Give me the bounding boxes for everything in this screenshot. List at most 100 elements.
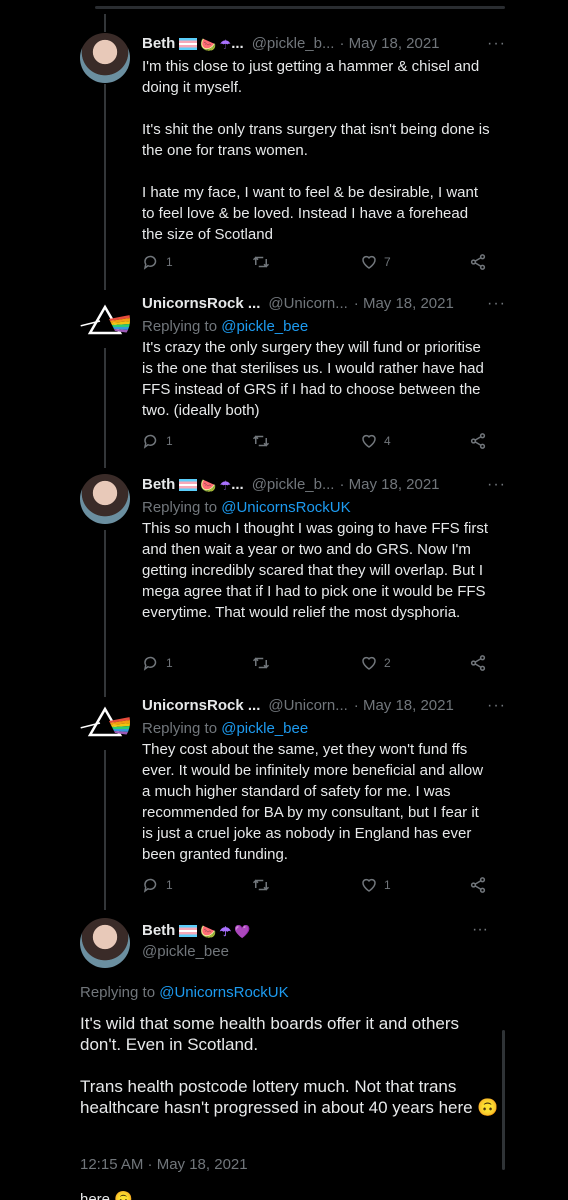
display-name[interactable]: UnicornsRock ... [142,293,260,315]
tweet-text: They cost about the same, yet they won't… [142,741,488,863]
cutoff-text: here 🙃 [80,1191,133,1200]
umbrella-icon: ☂ [219,477,232,493]
more-options-button[interactable]: ··· [487,695,506,717]
more-options-button[interactable]: ··· [487,293,506,315]
replying-to-label: Replying to [142,499,222,516]
reply-icon [142,253,160,271]
tweet-header: Beth 🍉 ☂ ... @pickle_b... · May 18, 2021… [142,474,505,496]
purple-heart-icon: 💜 [234,923,251,939]
reply-count: 1 [166,434,173,448]
like-count: 1 [384,878,391,892]
heart-icon [360,654,378,672]
reply-button[interactable]: 1 [142,876,212,894]
tweet-text: This so much I thought I was going to ha… [142,520,493,621]
watermelon-icon: 🍉 [200,477,217,493]
share-icon [469,432,487,450]
display-name[interactable]: Beth [142,921,175,941]
retweet-button[interactable] [251,654,321,672]
reply-icon [142,876,160,894]
tweet-actions: 1 2 [142,653,487,673]
more-options-button[interactable]: ··· [487,474,506,496]
thread-line [104,750,106,910]
display-name[interactable]: Beth [142,33,175,55]
avatar[interactable] [80,33,130,83]
name-ellipsis: ... [231,476,244,493]
like-button[interactable]: 4 [360,432,430,450]
tweet-actions: 1 1 [142,875,487,895]
share-button[interactable] [469,876,487,894]
share-icon [469,253,487,271]
heart-icon [360,253,378,271]
reply-count: 1 [166,255,173,269]
like-button[interactable]: 7 [360,253,430,271]
trans-flag-icon [179,479,198,491]
share-icon [469,876,487,894]
display-name[interactable]: UnicornsRock ... [142,695,260,717]
user-handle[interactable]: @pickle_b... [252,33,335,55]
retweet-button[interactable] [251,253,321,271]
tweet-header: Beth 🍉 ☂ ... @pickle_b... · May 18, 2021… [142,33,505,55]
retweet-icon [251,654,271,672]
name-ellipsis: ... [231,35,244,52]
tweet-date[interactable]: · May 18, 2021 [354,293,454,315]
main-tweet-author: Beth 🍉 ☂ 💜 [142,921,250,941]
retweet-button[interactable] [251,432,321,450]
umbrella-icon: ☂ [219,923,232,939]
replying-to-user-link[interactable]: @UnicornsRockUK [221,499,350,516]
tweet-timestamp[interactable]: 12:15 AM · May 18, 2021 [80,1155,248,1175]
avatar[interactable] [80,697,130,747]
reply-button[interactable]: 1 [142,253,212,271]
heart-icon [360,876,378,894]
retweet-button[interactable] [251,876,321,894]
thread-line [104,14,106,32]
replying-to-user-link[interactable]: @UnicornsRockUK [159,984,288,1001]
user-handle[interactable]: @pickle_bee [142,942,229,962]
tweet-header: UnicornsRock ... @Unicorn... · May 18, 2… [142,293,505,315]
tweet-date[interactable]: · May 18, 2021 [339,33,439,55]
reply-count: 1 [166,878,173,892]
like-count: 7 [384,255,391,269]
replying-to: Replying to @UnicornsRockUK [142,497,492,518]
reply-icon [142,654,160,672]
reply-button[interactable]: 1 [142,654,212,672]
like-button[interactable]: 2 [360,654,430,672]
prism-logo-icon [80,706,130,737]
avatar[interactable] [80,474,130,524]
main-tweet-text: It's wild that some health boards offer … [80,1014,499,1117]
replying-to-user-link[interactable]: @pickle_bee [221,720,308,737]
replying-to-label: Replying to [142,318,222,335]
display-name[interactable]: Beth [142,474,175,496]
tweet-date[interactable]: · May 18, 2021 [339,474,439,496]
trans-flag-icon [179,38,198,50]
like-count: 2 [384,656,391,670]
replying-to-label: Replying to [80,984,160,1001]
replying-to: Replying to @pickle_bee [142,316,492,337]
watermelon-icon: 🍉 [200,36,217,52]
share-button[interactable] [469,253,487,271]
replying-to-user-link[interactable]: @pickle_bee [221,318,308,335]
reply-count: 1 [166,656,173,670]
share-button[interactable] [469,654,487,672]
reply-button[interactable]: 1 [142,432,212,450]
like-button[interactable]: 1 [360,876,430,894]
share-button[interactable] [469,432,487,450]
avatar[interactable] [80,295,130,345]
reply-icon [142,432,160,450]
tweet-text: It's crazy the only surgery they will fu… [142,339,489,419]
retweet-icon [251,253,271,271]
user-handle[interactable]: @Unicorn... [268,695,347,717]
more-options-button[interactable]: ··· [472,921,488,939]
retweet-icon [251,432,271,450]
scrollbar[interactable] [502,1030,505,1170]
more-options-button[interactable]: ··· [487,33,506,55]
thread-line [104,84,106,290]
avatar[interactable] [80,918,130,968]
user-handle[interactable]: @Unicorn... [268,293,347,315]
tweet-date[interactable]: · May 18, 2021 [354,695,454,717]
user-handle[interactable]: @pickle_b... [252,474,335,496]
umbrella-icon: ☂ [219,36,232,52]
like-count: 4 [384,434,391,448]
prism-logo-icon [80,304,130,335]
tweet-text: I'm this close to just getting a hammer … [142,58,490,243]
divider [95,6,505,9]
